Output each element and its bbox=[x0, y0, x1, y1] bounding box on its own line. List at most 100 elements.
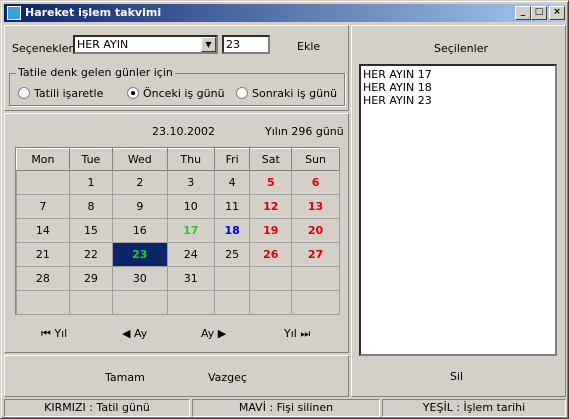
calendar-day[interactable]: 14 bbox=[16, 218, 70, 243]
ekle-button[interactable]: Ekle bbox=[297, 40, 320, 53]
calendar-day[interactable]: 27 bbox=[291, 242, 340, 267]
calendar-day[interactable]: 16 bbox=[112, 218, 168, 243]
year-day: Yılın 296 günü bbox=[265, 125, 344, 138]
window-title: Hareket işlem takvimi bbox=[25, 6, 162, 19]
calendar-day[interactable]: 19 bbox=[249, 218, 293, 243]
radio-onceki-is-gunu[interactable]: Önceki iş günü bbox=[127, 87, 225, 100]
weekday-header: Wed bbox=[112, 148, 168, 171]
calendar-day bbox=[291, 290, 340, 315]
status-green: YEŞİL : İşlem tarihi bbox=[382, 399, 566, 417]
button-panel bbox=[4, 355, 349, 397]
calendar-day[interactable]: 24 bbox=[166, 242, 215, 267]
calendar-day bbox=[166, 290, 215, 315]
calendar-day[interactable]: 8 bbox=[68, 194, 114, 219]
selected-list[interactable]: HER AYIN 17 HER AYIN 18 HER AYIN 23 bbox=[359, 64, 557, 356]
vazgec-button[interactable]: Vazgeç bbox=[208, 371, 247, 384]
weekday-header: Fri bbox=[213, 148, 251, 171]
current-date: 23.10.2002 bbox=[152, 125, 215, 138]
calendar-day[interactable]: 29 bbox=[68, 266, 114, 291]
weekday-header: Sat bbox=[249, 148, 293, 171]
triangle-right-icon: ▶ bbox=[217, 327, 227, 340]
calendar-day bbox=[249, 290, 293, 315]
radio-label: Sonraki iş günü bbox=[252, 87, 338, 100]
calendar-day[interactable]: 7 bbox=[16, 194, 70, 219]
maximize-button[interactable]: □ bbox=[531, 6, 547, 20]
list-item[interactable]: HER AYIN 17 bbox=[363, 68, 553, 81]
calendar-day[interactable]: 2 bbox=[112, 170, 168, 195]
calendar-day[interactable]: 25 bbox=[213, 242, 251, 267]
secenekler-combo[interactable]: HER AYIN ▼ bbox=[73, 35, 218, 54]
prev-year-label: Yıl bbox=[54, 327, 68, 340]
prev-year-button[interactable]: ⏮ Yıl bbox=[41, 327, 67, 341]
calendar-day[interactable]: 5 bbox=[249, 170, 293, 195]
next-year-button[interactable]: Yıl ⏭ bbox=[284, 327, 310, 341]
calendar-day[interactable]: 28 bbox=[16, 266, 70, 291]
calendar-day bbox=[112, 290, 168, 315]
tamam-button[interactable]: Tamam bbox=[105, 371, 145, 384]
status-blue: MAVİ : Fişi silinen bbox=[192, 399, 380, 417]
calendar-day[interactable]: 30 bbox=[112, 266, 168, 291]
prev-month-label: Ay bbox=[133, 327, 148, 340]
calendar-day[interactable]: 22 bbox=[68, 242, 114, 267]
holiday-group-caption: Tatile denk gelen günler için bbox=[16, 66, 175, 79]
day-input[interactable]: 23 bbox=[222, 35, 270, 54]
chevron-down-icon[interactable]: ▼ bbox=[201, 37, 216, 52]
calendar-day bbox=[16, 170, 70, 195]
close-button[interactable]: × bbox=[549, 6, 565, 20]
calendar-day[interactable]: 3 bbox=[166, 170, 215, 195]
window: Hareket işlem takvimi _ □ × Seçenekler H… bbox=[0, 0, 569, 419]
calendar-day[interactable]: 17 bbox=[166, 218, 215, 243]
next-month-button[interactable]: Ay ▶ bbox=[201, 327, 226, 340]
calendar-day[interactable]: 11 bbox=[213, 194, 251, 219]
calendar-day[interactable]: 12 bbox=[249, 194, 293, 219]
calendar-day[interactable]: 10 bbox=[166, 194, 215, 219]
next-month-label: Ay bbox=[201, 327, 215, 340]
calendar-day bbox=[213, 266, 251, 291]
weekday-header: Mon bbox=[16, 148, 70, 171]
calendar-day bbox=[68, 290, 114, 315]
weekday-header: Sun bbox=[291, 148, 340, 171]
secenekler-value: HER AYIN bbox=[77, 38, 129, 51]
next-year-label: Yıl bbox=[284, 327, 297, 340]
radio-label: Önceki iş günü bbox=[143, 87, 225, 100]
calendar-day[interactable]: 20 bbox=[291, 218, 340, 243]
app-icon bbox=[7, 6, 21, 20]
calendar-day[interactable]: 26 bbox=[249, 242, 293, 267]
triangle-left-icon: ◀ bbox=[122, 327, 131, 340]
list-item[interactable]: HER AYIN 18 bbox=[363, 81, 553, 94]
list-item[interactable]: HER AYIN 23 bbox=[363, 94, 553, 107]
calendar-day[interactable]: 23 bbox=[112, 242, 168, 267]
sil-button[interactable]: Sil bbox=[450, 370, 463, 383]
minimize-button[interactable]: _ bbox=[515, 6, 531, 20]
calendar-day[interactable]: 31 bbox=[166, 266, 215, 291]
radio-circle[interactable] bbox=[127, 87, 139, 99]
holiday-group: Tatile denk gelen günler için Tatili işa… bbox=[9, 66, 345, 106]
calendar-day[interactable]: 18 bbox=[213, 218, 251, 243]
calendar-day[interactable]: 1 bbox=[68, 170, 114, 195]
calendar-day[interactable]: 4 bbox=[213, 170, 251, 195]
calendar-day[interactable]: 9 bbox=[112, 194, 168, 219]
calendar-day bbox=[16, 290, 70, 315]
calendar-day bbox=[291, 266, 340, 291]
weekday-header: Thu bbox=[166, 148, 215, 171]
calendar-day[interactable]: 6 bbox=[291, 170, 340, 195]
weekday-header: Tue bbox=[68, 148, 114, 171]
skip-forward-icon: ⏭ bbox=[300, 327, 311, 340]
title-bar[interactable]: Hareket işlem takvimi bbox=[4, 4, 565, 22]
radio-circle[interactable] bbox=[18, 87, 30, 99]
radio-circle[interactable] bbox=[236, 87, 248, 99]
status-red: KIRMIZI : Tatil günü bbox=[4, 399, 190, 417]
radio-tatili-isaretle[interactable]: Tatili işaretle bbox=[18, 87, 103, 100]
calendar-day bbox=[249, 266, 293, 291]
calendar-day[interactable]: 21 bbox=[16, 242, 70, 267]
calendar-day bbox=[213, 290, 251, 315]
skip-back-icon: ⏮ bbox=[41, 327, 51, 340]
radio-label: Tatili işaretle bbox=[34, 87, 104, 100]
secenekler-label: Seçenekler bbox=[12, 42, 74, 55]
selected-label: Seçilenler bbox=[434, 42, 488, 55]
prev-month-button[interactable]: ◀ Ay bbox=[122, 327, 147, 340]
calendar-grid: Mon Tue Wed Thu Fri Sat Sun 1 2 3 4 5 6 7 8 9 10 11 12 13 1… bbox=[15, 147, 340, 315]
calendar-day[interactable]: 13 bbox=[291, 194, 340, 219]
calendar-day[interactable]: 15 bbox=[68, 218, 114, 243]
radio-sonraki-is-gunu[interactable]: Sonraki iş günü bbox=[236, 87, 337, 100]
